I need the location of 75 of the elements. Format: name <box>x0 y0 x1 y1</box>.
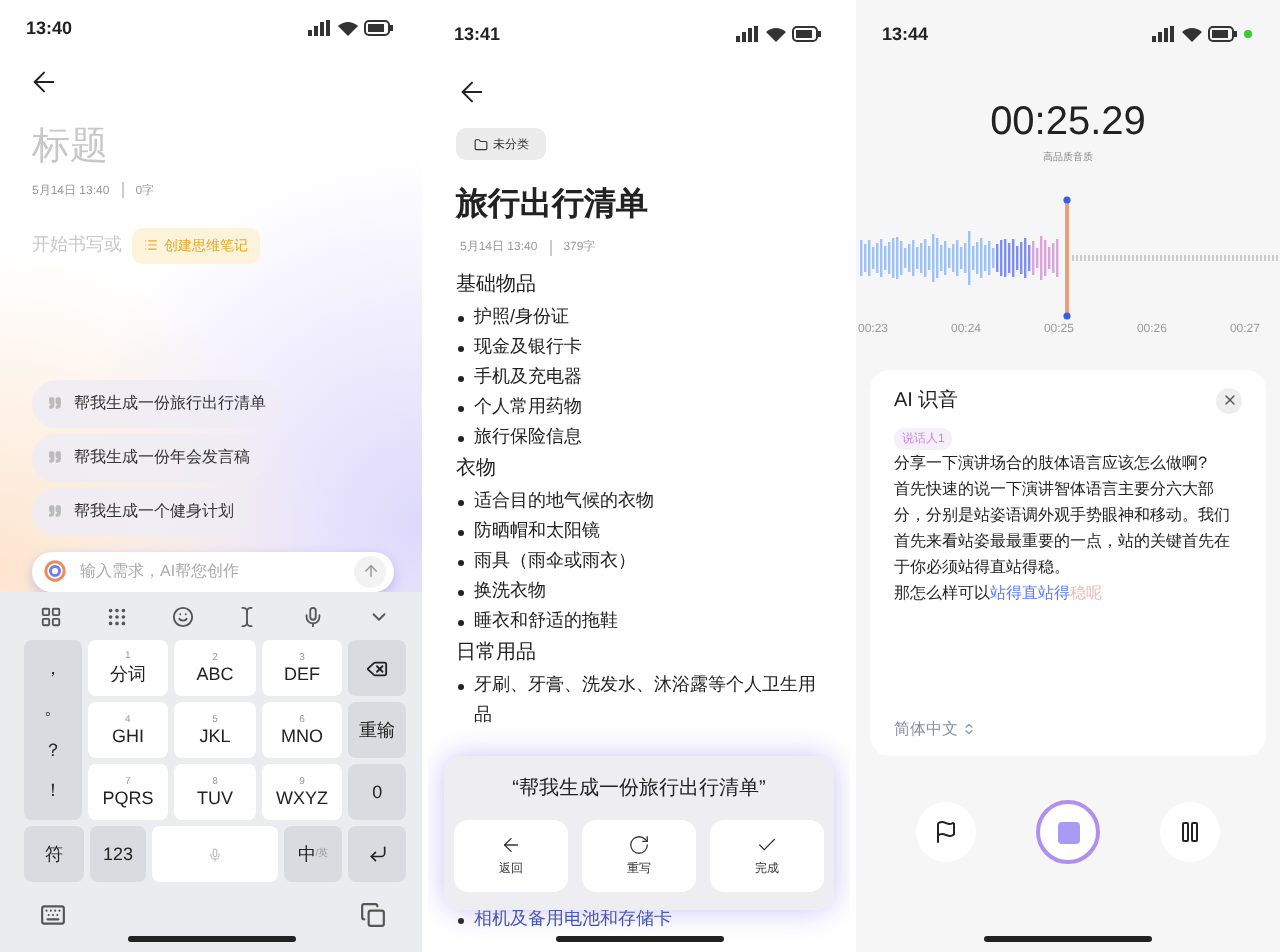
emoji-icon[interactable] <box>171 605 194 627</box>
suggestion-chip[interactable]: 帮我生成一份旅行出行清单 <box>32 379 282 428</box>
list-item: 手机及充电器 <box>474 364 582 390</box>
battery-icon <box>364 20 394 37</box>
wifi-icon <box>766 26 786 42</box>
battery-icon <box>1208 26 1238 42</box>
stop-icon <box>1057 821 1079 843</box>
transcript-paragraph: 分享一下演讲场合的肢体语言应该怎么做啊? <box>894 452 1210 476</box>
transcript-paragraph: 那怎么样可以站得直站得稳呢 <box>894 582 1104 606</box>
section-heading: 日常用品 <box>456 639 538 668</box>
rewrite-icon <box>628 834 650 856</box>
list-item: 旅行保险信息 <box>474 424 582 450</box>
apps-icon[interactable] <box>40 605 62 627</box>
status-time: 13:44 <box>882 24 929 44</box>
signal-icon <box>1152 26 1176 42</box>
prompt-bar[interactable]: 输入需求，AI帮您创作 <box>32 551 394 592</box>
numbers-key[interactable]: 123 <box>89 826 147 882</box>
flag-icon <box>934 820 958 844</box>
transcript-paragraph: 首先快速的说一下演讲智体语言主要分六大部分，分别是站姿语调外观手势眼神和移动。我们首先来看站姿最最重要的一点，站的关键首先在于你必须站得直站得稳。 <box>894 478 1232 580</box>
list-item: 睡衣和舒适的拖鞋 <box>474 608 618 634</box>
section-heading: 基础物品 <box>456 271 538 300</box>
status-dot-icon <box>1244 30 1252 38</box>
list-item: 防晒帽和太阳镜 <box>474 518 600 544</box>
pause-icon <box>1178 820 1202 844</box>
status-time: 13:41 <box>454 24 501 44</box>
quote-icon <box>48 450 62 465</box>
keyboard-icon[interactable] <box>40 902 66 928</box>
list-item: 护照/身份证 <box>474 304 570 330</box>
ai-logo-icon <box>44 560 66 583</box>
list-icon <box>144 238 158 253</box>
check-icon <box>756 834 778 856</box>
note-title: 旅行出行清单 <box>453 185 650 226</box>
arrow-up-icon <box>361 562 379 581</box>
microphone-icon[interactable] <box>302 605 325 627</box>
stop-button[interactable] <box>1036 800 1100 864</box>
microphone-icon <box>207 847 222 861</box>
pause-button[interactable] <box>1160 802 1220 862</box>
flag-button[interactable] <box>916 802 976 862</box>
back-icon <box>500 834 522 856</box>
list-item: 现金及银行卡 <box>474 334 582 360</box>
list-item: 牙刷、牙膏、洗发水、沐浴露等个人卫生用品 <box>474 672 818 728</box>
enter-icon <box>367 844 388 864</box>
list-item: 相机及备用电池和存储卡 <box>474 906 672 932</box>
symbol-key[interactable]: 符 <box>24 826 84 882</box>
close-icon <box>1221 392 1237 408</box>
suggestion-chip[interactable]: 帮我生成一份年会发言稿 <box>32 433 266 482</box>
recording-timer: 00:25.29 <box>988 100 1148 146</box>
retype-key[interactable]: 重输 <box>348 702 406 758</box>
quote-icon <box>48 396 62 411</box>
backspace-key[interactable] <box>348 640 406 696</box>
wifi-icon <box>338 20 358 37</box>
wifi-icon <box>1182 26 1202 42</box>
list-item: 个人常用药物 <box>474 394 582 420</box>
keyboard-layout-icon[interactable] <box>105 605 128 627</box>
signal-icon <box>308 20 332 37</box>
folder-icon <box>473 137 487 151</box>
up-down-icon <box>962 722 976 736</box>
battery-icon <box>792 26 822 42</box>
back-button[interactable] <box>456 76 488 108</box>
list-item: 雨具（雨伞或雨衣） <box>474 548 636 574</box>
prompt-text: “帮我生成一份旅行出行清单” <box>512 775 766 802</box>
list-item: 换洗衣物 <box>474 578 546 604</box>
zero-key[interactable]: 0 <box>348 764 406 820</box>
suggestion-chip[interactable]: 帮我生成一个健身计划 <box>32 487 250 536</box>
status-time: 13:40 <box>26 18 73 39</box>
quote-icon <box>48 504 62 519</box>
prompt-input[interactable]: 输入需求，AI帮您创作 <box>76 560 344 583</box>
close-button[interactable] <box>1216 387 1242 413</box>
section-heading: 衣物 <box>456 455 498 484</box>
list-item: 适合目的地气候的衣物 <box>474 488 654 514</box>
backspace-icon <box>366 657 389 679</box>
punctuation-key[interactable]: ， 。 ？ ！ <box>24 640 82 820</box>
card-title: AI 识音 <box>894 387 959 414</box>
signal-icon <box>736 26 760 42</box>
clipboard-icon[interactable] <box>360 902 386 928</box>
